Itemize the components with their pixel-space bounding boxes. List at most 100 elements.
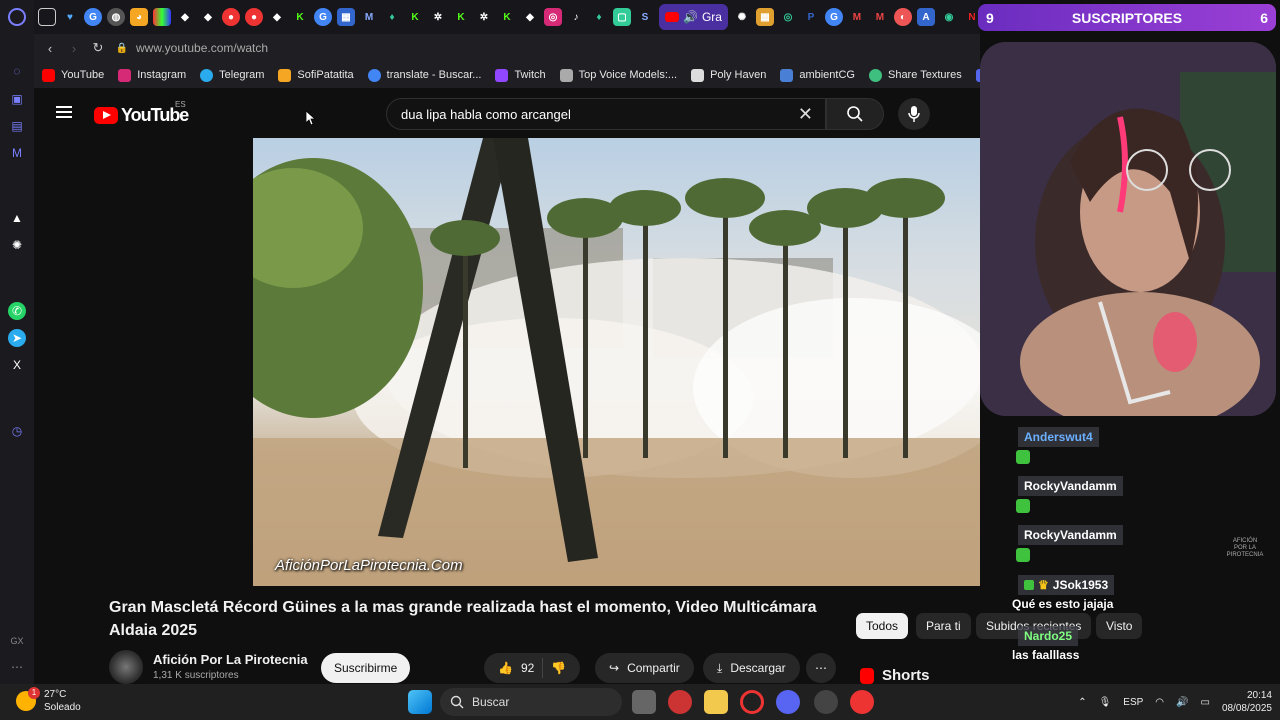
tab-icon-kick[interactable]: K — [291, 8, 309, 26]
clear-search-icon[interactable]: ✕ — [798, 104, 813, 125]
bookmark-3[interactable]: SofiPatatita — [278, 68, 354, 82]
tab-icon-paypal[interactable]: P — [802, 8, 820, 26]
tab-icon-gear[interactable]: ✲ — [429, 8, 447, 26]
tab-active[interactable]: 🔊 Gra — [659, 4, 728, 30]
bookmark-0[interactable]: YouTube — [42, 68, 104, 82]
weather-widget[interactable]: 1 27°C Soleado — [16, 687, 81, 714]
bookmark-9[interactable]: Share Textures — [868, 68, 962, 82]
back-icon[interactable]: ‹ — [38, 41, 62, 56]
tab-icon-kick-3[interactable]: K — [452, 8, 470, 26]
bookmark-2[interactable]: Telegram — [200, 68, 264, 82]
tab-icon-circle[interactable]: ◎ — [779, 8, 797, 26]
task-view-icon[interactable] — [632, 690, 656, 714]
tab-icon-gmail-2[interactable]: M — [871, 8, 889, 26]
tab-icon-m[interactable]: M — [360, 8, 378, 26]
tab-icon-kick-4[interactable]: K — [498, 8, 516, 26]
tab-icon-diamond-3[interactable]: ◆ — [268, 8, 286, 26]
like-button[interactable]: 👍 92 — [498, 661, 534, 675]
app-red-icon[interactable] — [668, 690, 692, 714]
tab-icon-translate[interactable]: A — [916, 8, 935, 26]
chip-visto[interactable]: Visto — [1096, 613, 1143, 639]
menu-icon[interactable] — [56, 106, 72, 108]
aria-icon[interactable]: ◌ — [8, 62, 26, 80]
tab-icon-s[interactable]: S — [636, 8, 654, 26]
bookmark-1[interactable]: Instagram — [118, 68, 186, 82]
history-icon[interactable]: ◷ — [8, 422, 26, 440]
tab-icon-square[interactable]: ▢ — [613, 8, 631, 26]
chatgpt-icon[interactable]: ✺ — [8, 236, 26, 254]
bookmark-8[interactable]: ambientCG — [780, 68, 855, 82]
arc-icon[interactable]: ▲ — [8, 209, 26, 227]
search-button[interactable] — [826, 98, 884, 130]
tab-icon-gmail[interactable]: M — [848, 8, 866, 26]
tab-icon-grid[interactable]: ▦ — [755, 8, 774, 26]
shorts-heading[interactable]: Shorts — [860, 667, 930, 684]
tab-icon-drop-2[interactable]: ♦ — [590, 8, 608, 26]
url-field[interactable]: www.youtube.com/watch — [136, 41, 268, 55]
messenger-icon[interactable]: M — [8, 144, 26, 162]
opera-logo-icon[interactable] — [8, 8, 26, 26]
tab-icon-diamond[interactable]: ◆ — [176, 8, 194, 26]
tab-icon-heart[interactable]: ♥ — [61, 8, 79, 26]
chevron-up-icon[interactable]: ⌃ — [1078, 697, 1086, 708]
tab-icon-gear-2[interactable]: ✲ — [475, 8, 493, 26]
tab-icon-calendar[interactable]: ▦ — [337, 8, 355, 26]
telegram-icon[interactable]: ➤ — [8, 329, 26, 347]
tab-icon-mail[interactable] — [38, 8, 56, 26]
dislike-button[interactable]: 👎 — [551, 661, 566, 675]
battery-icon[interactable]: ▭ — [1200, 697, 1209, 708]
bookmark-7[interactable]: Poly Haven — [691, 68, 766, 82]
reload-icon[interactable]: ↻ — [86, 40, 110, 56]
video-player[interactable]: AficiónPorLaPirotecnia.Com — [253, 138, 980, 586]
tab-icon-diamond-2[interactable]: ◆ — [199, 8, 217, 26]
tab-icon-diamond-4[interactable]: ◆ — [521, 8, 539, 26]
channel-avatar[interactable] — [109, 650, 143, 684]
forward-icon[interactable]: › — [62, 41, 86, 56]
tab-icon-tiktok[interactable]: ♪ — [567, 8, 585, 26]
app-red-2-icon[interactable] — [850, 690, 874, 714]
tab-icon-google-2[interactable]: G — [314, 8, 332, 26]
tab-icon-cat[interactable]: ◕ — [130, 8, 148, 26]
whatsapp-icon[interactable]: ✆ — [8, 302, 26, 320]
search-input[interactable]: dua lipa habla como arcangel ✕ — [386, 98, 826, 130]
tab-icon-instagram[interactable]: ◎ — [544, 8, 562, 26]
volume-icon[interactable]: 🔊 — [1176, 697, 1188, 708]
tab-icon-record-2[interactable]: ● — [245, 8, 263, 26]
voice-search-button[interactable] — [898, 98, 930, 130]
share-button[interactable]: ↪ Compartir — [595, 653, 694, 683]
bookmark-6[interactable]: Top Voice Models:... — [559, 68, 677, 82]
tab-icon-orange[interactable]: ◐ — [893, 8, 912, 26]
tab-icon-drop[interactable]: ♦ — [383, 8, 401, 26]
tab-icon-google[interactable]: G — [84, 8, 102, 26]
tab-icon-maps[interactable]: ◉ — [940, 8, 958, 26]
download-button[interactable]: ⤓ Descargar — [703, 653, 800, 683]
obs-icon[interactable] — [814, 690, 838, 714]
tab-icon-rainbow[interactable] — [153, 8, 171, 26]
tab-icon-openai[interactable]: ✺ — [733, 8, 751, 26]
tab-icon-google-3[interactable]: G — [824, 8, 843, 26]
microphone-tray-icon[interactable]: 🎙 — [1099, 697, 1112, 708]
file-explorer-icon[interactable] — [704, 690, 728, 714]
subscribe-button[interactable]: Suscribirme — [321, 653, 411, 683]
tab-icon-globe[interactable]: ◍ — [107, 8, 125, 26]
clock[interactable]: 20:14 08/08/2025 — [1222, 689, 1272, 715]
wifi-icon[interactable]: ◠ — [1155, 697, 1164, 708]
x-icon[interactable]: X — [8, 356, 26, 374]
opera-gx-icon[interactable] — [740, 690, 764, 714]
tab-icon-record[interactable]: ● — [222, 8, 240, 26]
cube-icon[interactable]: ▣ — [8, 90, 26, 108]
bookmark-4[interactable]: translate - Buscar... — [367, 68, 481, 82]
speaker-icon[interactable]: 🔊 — [683, 10, 698, 24]
windows-start-icon[interactable] — [408, 690, 432, 714]
channel-name[interactable]: Afición Por La Pirotecnia — [153, 652, 308, 667]
taskbar-search[interactable]: Buscar — [440, 688, 622, 716]
chip-para-ti[interactable]: Para ti — [916, 613, 971, 639]
more-actions-button[interactable]: ⋯ — [806, 653, 836, 683]
tab-icon-kick-2[interactable]: K — [406, 8, 424, 26]
more-icon[interactable]: ⋯ — [8, 658, 26, 676]
chip-todos[interactable]: Todos — [856, 613, 909, 639]
input-language[interactable]: ESP — [1123, 697, 1143, 708]
bookmark-5[interactable]: Twitch — [495, 68, 546, 82]
discord-icon[interactable] — [776, 690, 800, 714]
twitch-icon[interactable]: ▤ — [8, 117, 26, 135]
